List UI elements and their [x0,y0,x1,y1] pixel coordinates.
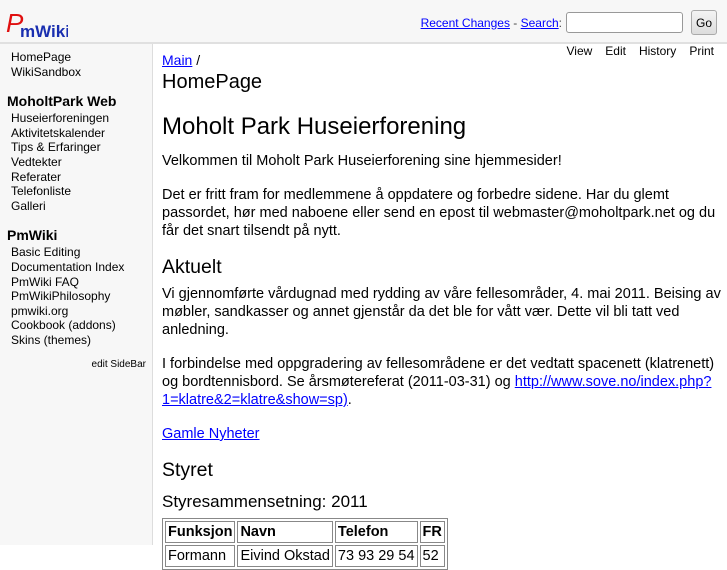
search-input[interactable] [566,12,683,33]
cell: Formann [165,545,236,567]
colon: : [558,15,562,30]
col-navn: Navn [237,521,333,543]
heading-styresammensetning: Styresammensetning: 2011 [162,492,368,511]
cell: 73 93 29 54 [334,545,418,567]
sidebar-item[interactable]: Telefonliste [0,184,152,199]
board-table: Funksjon Navn Telefon FR Formann Eivind … [162,518,448,570]
heading-styret: Styret [162,459,213,481]
sidebar-item[interactable]: Documentation Index [0,260,152,275]
table-row: Formann Eivind Okstad 73 93 29 54 52 [165,545,445,567]
col-funksjon: Funksjon [165,521,236,543]
svg-text:mWiki: mWiki [20,22,68,40]
recent-changes-link[interactable]: Recent Changes [421,16,510,30]
search-link[interactable]: Search [521,16,559,30]
heading-main: Moholt Park Huseierforening [162,113,467,140]
news-text-2: I forbindelse med oppgradering av felles… [162,355,722,409]
old-news: Gamle Nyheter [162,425,722,443]
sidebar-item[interactable]: pmwiki.org [0,304,152,319]
sidebar-item[interactable]: Aktivitetskalender [0,126,152,141]
news-text: Vi gjennomførte vårdugnad med rydding av… [162,286,721,338]
sidebar-item[interactable]: Huseierforeningen [0,111,152,126]
breadcrumb: Main / [162,52,722,68]
sidebar-heading-pmwiki: PmWiki [7,227,58,244]
sidebar-item-wikisandbox[interactable]: WikiSandbox [0,65,152,80]
main-content: Main / HomePage Moholt Park Huseierforen… [162,52,722,570]
sidebar-item[interactable]: Tips & Erfaringer [0,140,152,155]
col-telefon: Telefon [334,521,418,543]
sidebar-item[interactable]: PmWiki FAQ [0,275,152,290]
sidebar-item[interactable]: Cookbook (addons) [0,318,152,333]
breadcrumb-main[interactable]: Main [162,52,192,68]
sidebar-item[interactable]: Galleri [0,199,152,214]
breadcrumb-sep: / [192,52,201,68]
sidebar: HomePage WikiSandbox MoholtPark Web Huse… [0,44,153,545]
sidebar-item[interactable]: Referater [0,170,152,185]
page-title: HomePage [162,71,263,93]
go-button[interactable]: Go [691,10,717,35]
table-header-row: Funksjon Navn Telefon FR [165,521,445,543]
cell: Eivind Okstad [237,545,333,567]
cell: 52 [419,545,445,567]
separator: - [509,15,521,30]
sidebar-item[interactable]: Skins (themes) [0,333,152,348]
sidebar-item-homepage[interactable]: HomePage [0,50,152,65]
sidebar-item[interactable]: PmWikiPhilosophy [0,289,152,304]
col-fr: FR [419,521,445,543]
pmwiki-logo[interactable]: P mWiki [6,8,68,40]
sidebar-item[interactable]: Vedtekter [0,155,152,170]
edit-sidebar-link[interactable]: edit SideBar [0,359,152,370]
welcome-text: Velkommen til Moholt Park Huseierforenin… [162,153,562,169]
header: P mWiki Recent Changes - Search : Go [0,0,727,44]
intro-text: Det er fritt fram for medlemmene å oppda… [162,187,716,239]
header-nav: Recent Changes - Search : Go [421,10,717,35]
sidebar-item[interactable]: Basic Editing [0,245,152,260]
sidebar-heading-moholtpark: MoholtPark Web [7,93,117,110]
old-news-link[interactable]: Gamle Nyheter [162,426,260,442]
period: . [347,392,352,408]
heading-aktuelt: Aktuelt [162,256,222,278]
